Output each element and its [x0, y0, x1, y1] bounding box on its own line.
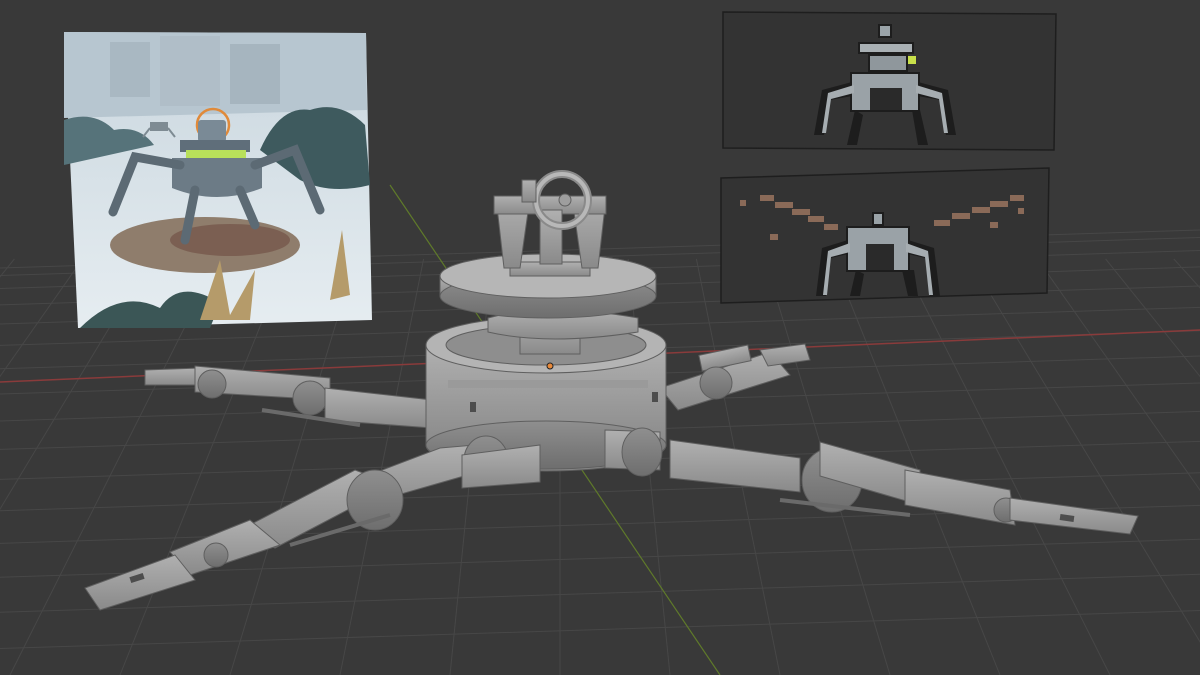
leg-back-right[interactable]: [659, 343, 811, 411]
concept-art-reference[interactable]: [64, 32, 372, 328]
grid-line: [1173, 258, 1200, 289]
pixel-art-reference-front[interactable]: [722, 11, 1057, 151]
leg-back-left[interactable]: [144, 365, 433, 429]
leg-front-right[interactable]: [604, 427, 1139, 535]
grid-line: [1036, 258, 1200, 491]
pixel-art-reference-wings[interactable]: [720, 167, 1050, 304]
grid-line: [900, 258, 1111, 675]
leg-front-left[interactable]: [84, 435, 541, 611]
top-sensor-mount[interactable]: [493, 170, 607, 277]
object-origin-marker[interactable]: [546, 362, 554, 370]
grid-line: [968, 258, 1200, 643]
3d-viewport[interactable]: [0, 0, 1200, 675]
grid-line: [0, 610, 1200, 650]
